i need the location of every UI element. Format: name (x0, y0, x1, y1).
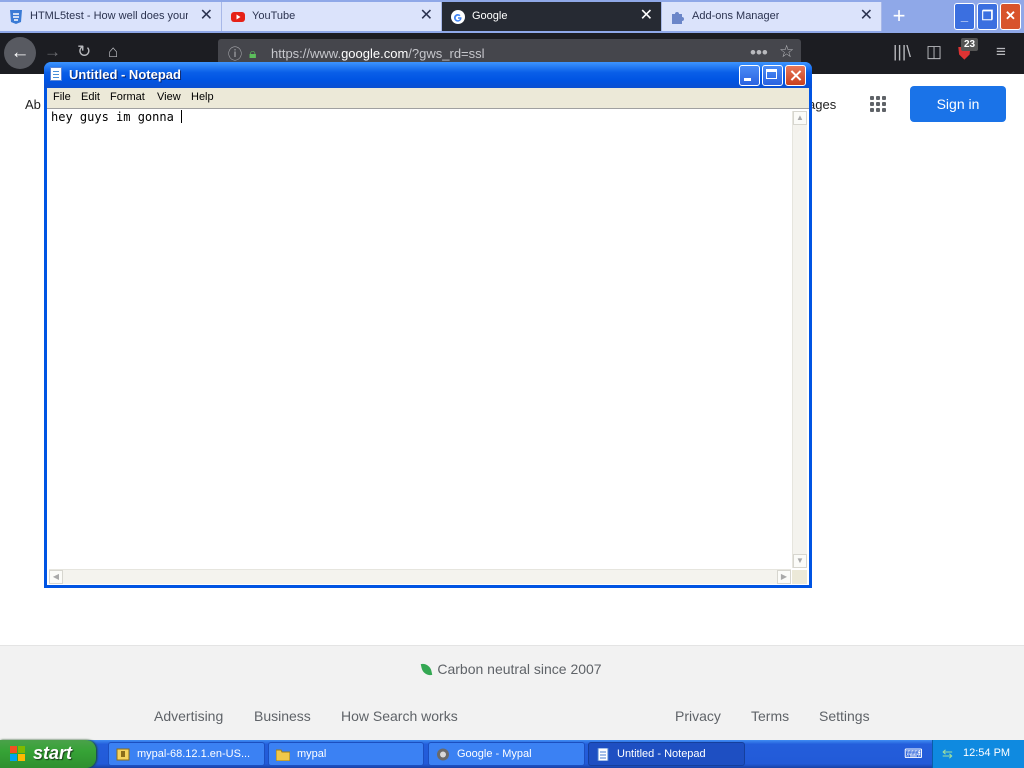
browser-close-button[interactable]: ✕ (1000, 3, 1021, 30)
close-tab-icon[interactable]: ✕ (640, 8, 653, 24)
google-images-link[interactable]: ages (808, 97, 836, 112)
tab-label: Google (472, 10, 508, 22)
footer-link-business[interactable]: Business (254, 708, 311, 724)
home-icon[interactable]: ⌂ (108, 43, 118, 61)
windows-logo-icon (10, 746, 26, 762)
browser-minimize-button[interactable]: _ (954, 3, 975, 30)
bookmark-star-icon[interactable]: ☆ (779, 43, 794, 61)
blocked-count-badge: 23 (961, 38, 979, 51)
taskbar-item-notepad[interactable]: Untitled - Notepad (588, 742, 745, 766)
keyboard-icon[interactable]: ⌨ (904, 746, 923, 762)
hamburger-menu-icon[interactable]: ≡ (996, 43, 1006, 61)
text-caret (181, 110, 183, 123)
menu-help[interactable]: Help (191, 91, 214, 103)
tab-youtube[interactable]: YouTube ✕ (222, 2, 442, 31)
tab-google[interactable]: Google ✕ (442, 2, 662, 31)
footer-link-advertising[interactable]: Advertising (154, 708, 223, 724)
google-about-link[interactable]: Ab (25, 97, 41, 112)
menu-file[interactable]: File (53, 91, 71, 103)
notepad-app-icon[interactable] (50, 67, 62, 81)
carbon-neutral-note[interactable]: Carbon neutral since 2007 (0, 661, 1024, 677)
taskbar-item-label: Untitled - Notepad (617, 748, 706, 760)
footer-link-privacy[interactable]: Privacy (675, 708, 721, 724)
puzzle-piece-icon (672, 12, 684, 24)
start-button[interactable]: start (0, 740, 96, 768)
scroll-right-arrow-icon[interactable]: ▶ (777, 570, 791, 584)
scroll-down-arrow-icon[interactable]: ▼ (793, 554, 807, 568)
resize-grip[interactable] (792, 570, 807, 584)
notepad-window: Untitled - Notepad File Edit Format View… (44, 62, 812, 588)
taskbar-item-installer[interactable]: mypal-68.12.1.en-US... (108, 742, 265, 766)
forward-arrow-icon[interactable]: → (44, 43, 61, 61)
youtube-icon (231, 12, 245, 22)
menu-format[interactable]: Format (110, 91, 145, 103)
notepad-title: Untitled - Notepad (69, 67, 181, 82)
notepad-text-area[interactable]: hey guys im gonna ▲ ▼ ◀ ▶ (47, 108, 809, 585)
mypal-browser-icon (437, 748, 449, 761)
taskbar-item-label: mypal (297, 748, 327, 760)
sidebar-icon[interactable]: ◫ (926, 43, 942, 61)
menu-edit[interactable]: Edit (81, 91, 100, 103)
notepad-titlebar[interactable]: Untitled - Notepad (44, 62, 812, 88)
reload-icon[interactable]: ↻ (77, 43, 91, 61)
url-text[interactable]: https://www.google.com/?gws_rd=ssl (271, 46, 485, 61)
folder-icon (276, 749, 290, 761)
html5-icon (10, 10, 22, 24)
library-icon[interactable]: |||\ (893, 43, 911, 61)
minimize-button[interactable] (739, 65, 760, 86)
clock[interactable]: 12:54 PM (963, 747, 1010, 759)
tab-addons-manager[interactable]: Add-ons Manager ✕ (662, 2, 882, 31)
taskbar-item-google-mypal[interactable]: Google - Mypal (428, 742, 585, 766)
close-button[interactable] (785, 65, 806, 86)
back-button[interactable]: ← (4, 37, 36, 69)
horizontal-scrollbar[interactable]: ◀ ▶ (49, 569, 791, 584)
info-icon[interactable]: ⓘ (228, 45, 242, 63)
footer-link-settings[interactable]: Settings (819, 708, 870, 724)
scroll-up-arrow-icon[interactable]: ▲ (793, 111, 807, 125)
tab-label: YouTube (252, 10, 296, 22)
taskbar-item-label: mypal-68.12.1.en-US... (137, 748, 251, 760)
scroll-left-arrow-icon[interactable]: ◀ (49, 570, 63, 584)
google-icon (451, 10, 465, 24)
footer-link-how-search-works[interactable]: How Search works (341, 708, 458, 724)
close-tab-icon[interactable]: ✕ (420, 8, 433, 24)
leaf-icon (421, 662, 433, 677)
notepad-text-content[interactable]: hey guys im gonna (51, 110, 183, 124)
footer-link-terms[interactable]: Terms (751, 708, 789, 724)
tab-html5test[interactable]: HTML5test - How well does your ✕ (0, 2, 222, 31)
close-tab-icon[interactable]: ✕ (200, 8, 213, 24)
page-actions-icon[interactable]: ••• (750, 44, 768, 62)
taskbar: start mypal-68.12.1.en-US... mypal Googl… (0, 740, 1024, 768)
start-label: start (33, 743, 73, 763)
sign-in-button[interactable]: Sign in (910, 86, 1006, 122)
tab-label: HTML5test - How well does your (30, 10, 188, 22)
google-footer: Carbon neutral since 2007 Advertising Bu… (0, 645, 1024, 741)
lock-icon: 🔒︎ (249, 45, 257, 61)
menu-view[interactable]: View (157, 91, 181, 103)
vertical-scrollbar[interactable]: ▲ ▼ (792, 111, 807, 568)
network-icon[interactable]: ⇆ (942, 746, 953, 762)
maximize-button[interactable] (762, 65, 783, 86)
taskbar-item-label: Google - Mypal (457, 748, 532, 760)
notepad-icon (597, 748, 609, 761)
system-tray: ⇆ 12:54 PM (932, 740, 1024, 768)
taskbar-item-mypal-folder[interactable]: mypal (268, 742, 424, 766)
browser-restore-button[interactable]: ❐ (977, 3, 998, 30)
google-apps-icon[interactable] (870, 96, 887, 113)
installer-icon (116, 748, 130, 761)
notepad-menubar: File Edit Format View Help (47, 88, 809, 108)
new-tab-button[interactable]: + (882, 2, 916, 31)
browser-tab-strip: HTML5test - How well does your ✕ YouTube… (0, 0, 1024, 33)
tab-label: Add-ons Manager (692, 10, 780, 22)
close-tab-icon[interactable]: ✕ (860, 8, 873, 24)
